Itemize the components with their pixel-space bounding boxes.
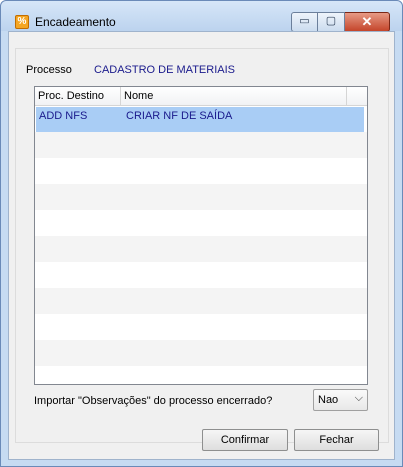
empty-row	[35, 366, 367, 384]
app-logo-icon: %	[15, 15, 29, 29]
minimize-button[interactable]: ▭	[291, 12, 318, 32]
column-header-nome[interactable]: Nome	[121, 87, 347, 106]
column-header-destino[interactable]: Proc. Destino	[35, 87, 121, 106]
process-value: CADASTRO DE MATERIAIS	[94, 64, 235, 76]
empty-row	[35, 158, 367, 184]
empty-row	[35, 184, 367, 210]
empty-row	[35, 132, 367, 158]
empty-row	[35, 236, 367, 262]
empty-row	[35, 314, 367, 340]
empty-row	[35, 340, 367, 366]
confirm-button[interactable]: Confirmar	[202, 429, 288, 451]
title-bar: % Encadeamento ▭ ▢ ✕	[1, 1, 402, 32]
window-title: Encadeamento	[35, 15, 116, 29]
empty-row	[35, 288, 367, 314]
grid-body: ADD NFS CRIAR NF DE SAÍDA	[35, 107, 367, 384]
destination-grid[interactable]: Proc. Destino Nome ADD NFS CRIAR NF DE S…	[34, 86, 368, 385]
select-value: Nao	[318, 394, 339, 406]
process-label: Processo	[26, 64, 72, 76]
cell-destino: ADD NFS	[39, 110, 88, 122]
grid-header: Proc. Destino Nome	[35, 87, 367, 106]
empty-row	[35, 210, 367, 236]
table-row[interactable]: ADD NFS CRIAR NF DE SAÍDA	[36, 107, 364, 132]
import-observations-label: Importar "Observações" do processo encer…	[34, 395, 273, 407]
import-observations-select[interactable]: Nao ⌵	[313, 389, 368, 411]
close-button[interactable]: Fechar	[294, 429, 379, 451]
chevron-down-icon: ⌵	[354, 392, 363, 404]
cell-nome: CRIAR NF DE SAÍDA	[126, 110, 233, 122]
maximize-button[interactable]: ▢	[318, 12, 345, 32]
close-window-button[interactable]: ✕	[345, 12, 390, 32]
empty-row	[35, 262, 367, 288]
